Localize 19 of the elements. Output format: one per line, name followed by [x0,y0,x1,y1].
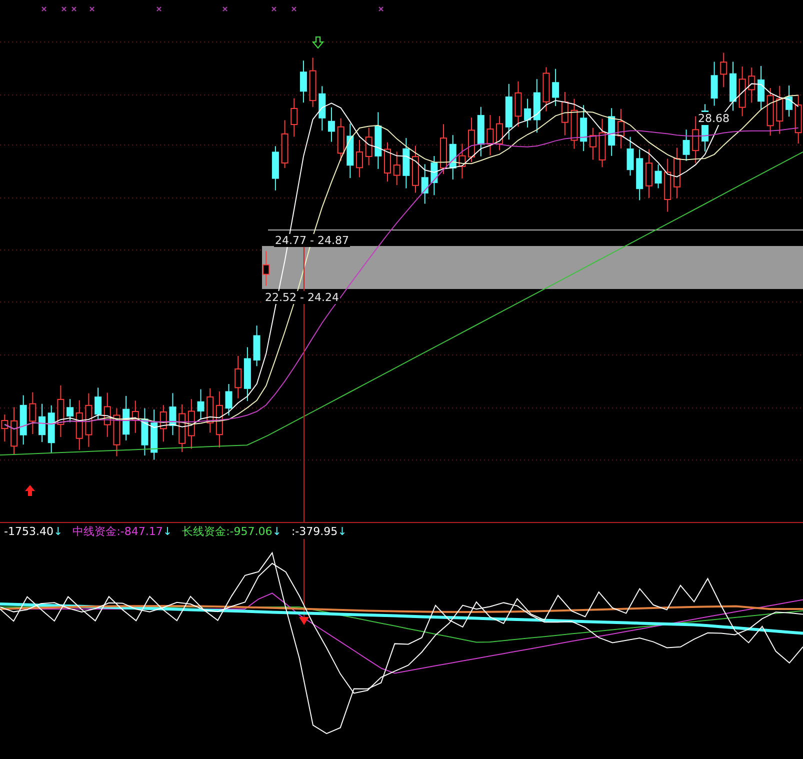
cross-marker-icon [71,6,77,12]
price-label: 28.68 [697,112,730,125]
cross-marker-icon [222,6,228,12]
cross-marker-icon [271,6,277,12]
indicator-legend-item: -1753.40↓ [4,524,63,538]
up-arrow-icon [25,485,35,496]
indicator-legend-item: :-379.95↓ [291,524,347,538]
down-arrow-icon [312,36,324,49]
indicator-legend-item: 长线资金:-957.06↓ [182,524,282,538]
cross-marker-icon [156,6,162,12]
price-label: 22.52 - 24.24 [264,291,340,304]
cross-marker-icon [89,6,95,12]
down-triangle-icon [299,617,309,625]
cross-marker-icon [41,6,47,12]
cross-marker-icon [291,6,297,12]
cross-marker-icon [378,6,384,12]
indicator-legend-item: 中线资金:-847.17↓ [72,524,172,538]
price-label: 24.77 - 24.87 [274,234,350,247]
cross-marker-icon [61,6,67,12]
